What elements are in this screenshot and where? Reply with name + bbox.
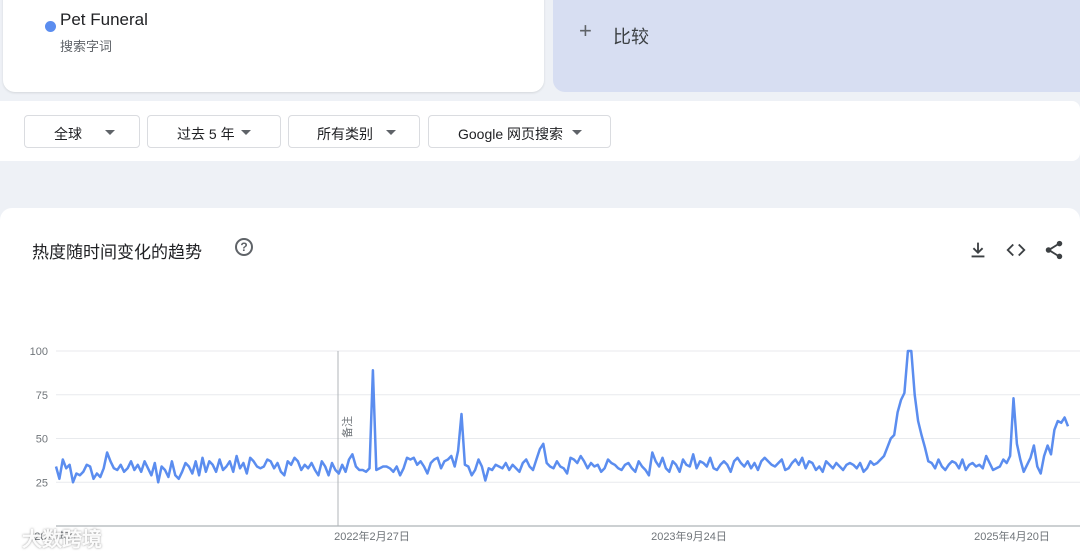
- x-tick-label: 2023年9月24日: [651, 529, 727, 543]
- y-tick-label: 75: [36, 390, 48, 402]
- search-term-sub: 搜索字词: [60, 39, 113, 54]
- search-type-filter[interactable]: Google 网页搜索: [428, 115, 611, 148]
- search-type-filter-label: Google 网页搜索: [458, 126, 564, 142]
- time-range-filter-label: 过去 5 年: [177, 126, 235, 142]
- x-tick-label: 2022年2月27日: [334, 529, 410, 543]
- series-color-dot: [45, 21, 56, 32]
- category-filter-label: 所有类别: [317, 126, 373, 142]
- chevron-down-icon: [572, 130, 582, 135]
- region-filter-label: 全球: [54, 126, 82, 142]
- compare-button[interactable]: + 比较: [553, 0, 1080, 92]
- time-range-filter[interactable]: 过去 5 年: [147, 115, 281, 148]
- category-filter[interactable]: 所有类别: [288, 115, 420, 148]
- x-tick-label: 2025年4月20日: [974, 529, 1050, 543]
- chevron-down-icon: [241, 130, 251, 135]
- compare-label: 比较: [613, 27, 649, 47]
- search-term-name: Pet Funeral: [60, 10, 148, 29]
- y-tick-label: 100: [30, 346, 48, 358]
- trend-line-chart: 255075100 备注 2020年6 2022年2月27日 2023年9月24日 2…: [30, 346, 1080, 543]
- chevron-down-icon: [105, 130, 115, 135]
- region-filter[interactable]: 全球: [24, 115, 140, 148]
- search-term-card[interactable]: Pet Funeral 搜索字词: [3, 0, 544, 92]
- interest-over-time-card: 热度随时间变化的趋势 ? 25 50 75 100 备注 2020年6 2022年2月2…: [0, 208, 1080, 555]
- annotation-label[interactable]: 备注: [340, 416, 354, 438]
- plus-icon: +: [579, 18, 592, 43]
- y-tick-label: 25: [36, 477, 48, 489]
- chevron-down-icon: [386, 130, 396, 135]
- watermark-text: 大数跨境: [22, 529, 102, 551]
- series-line[interactable]: [54, 349, 1070, 484]
- filter-bar: 全球 过去 5 年 所有类别 Google 网页搜索: [0, 101, 1080, 161]
- y-tick-label: 50: [36, 434, 48, 446]
